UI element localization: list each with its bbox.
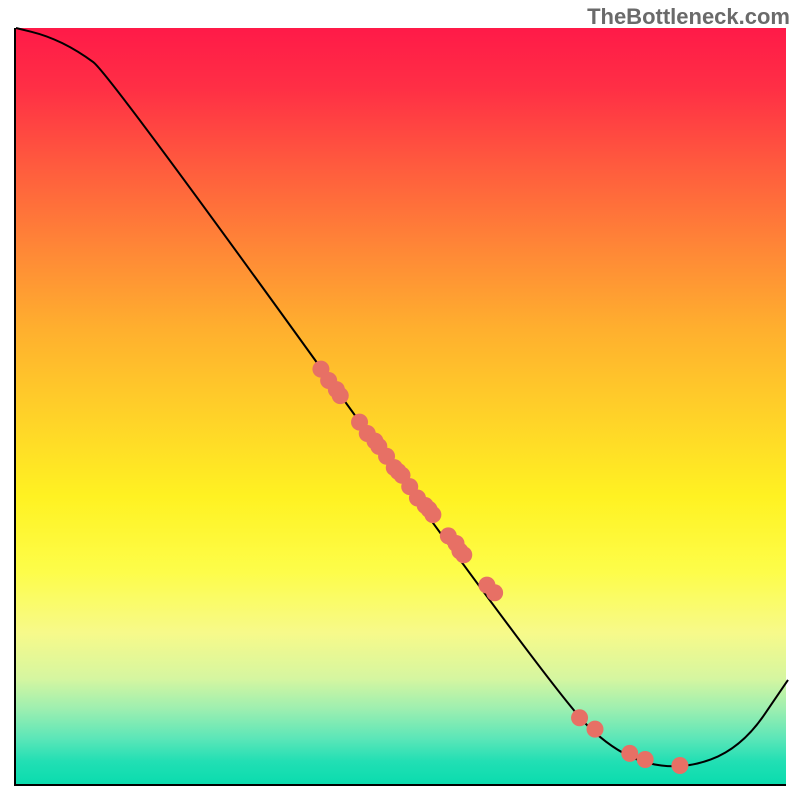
data-point xyxy=(424,506,441,523)
data-point xyxy=(637,751,654,768)
data-point xyxy=(571,709,588,726)
chart-svg xyxy=(16,28,788,786)
data-point xyxy=(455,546,472,563)
data-point xyxy=(332,387,349,404)
data-point xyxy=(621,745,638,762)
watermark-text: TheBottleneck.com xyxy=(587,4,790,30)
bottleneck-curve xyxy=(16,28,788,766)
chart-container: TheBottleneck.com xyxy=(0,0,800,800)
data-point xyxy=(671,757,688,774)
data-point xyxy=(587,721,604,738)
data-point xyxy=(486,584,503,601)
markers-group xyxy=(312,361,688,774)
plot-area xyxy=(14,28,786,786)
